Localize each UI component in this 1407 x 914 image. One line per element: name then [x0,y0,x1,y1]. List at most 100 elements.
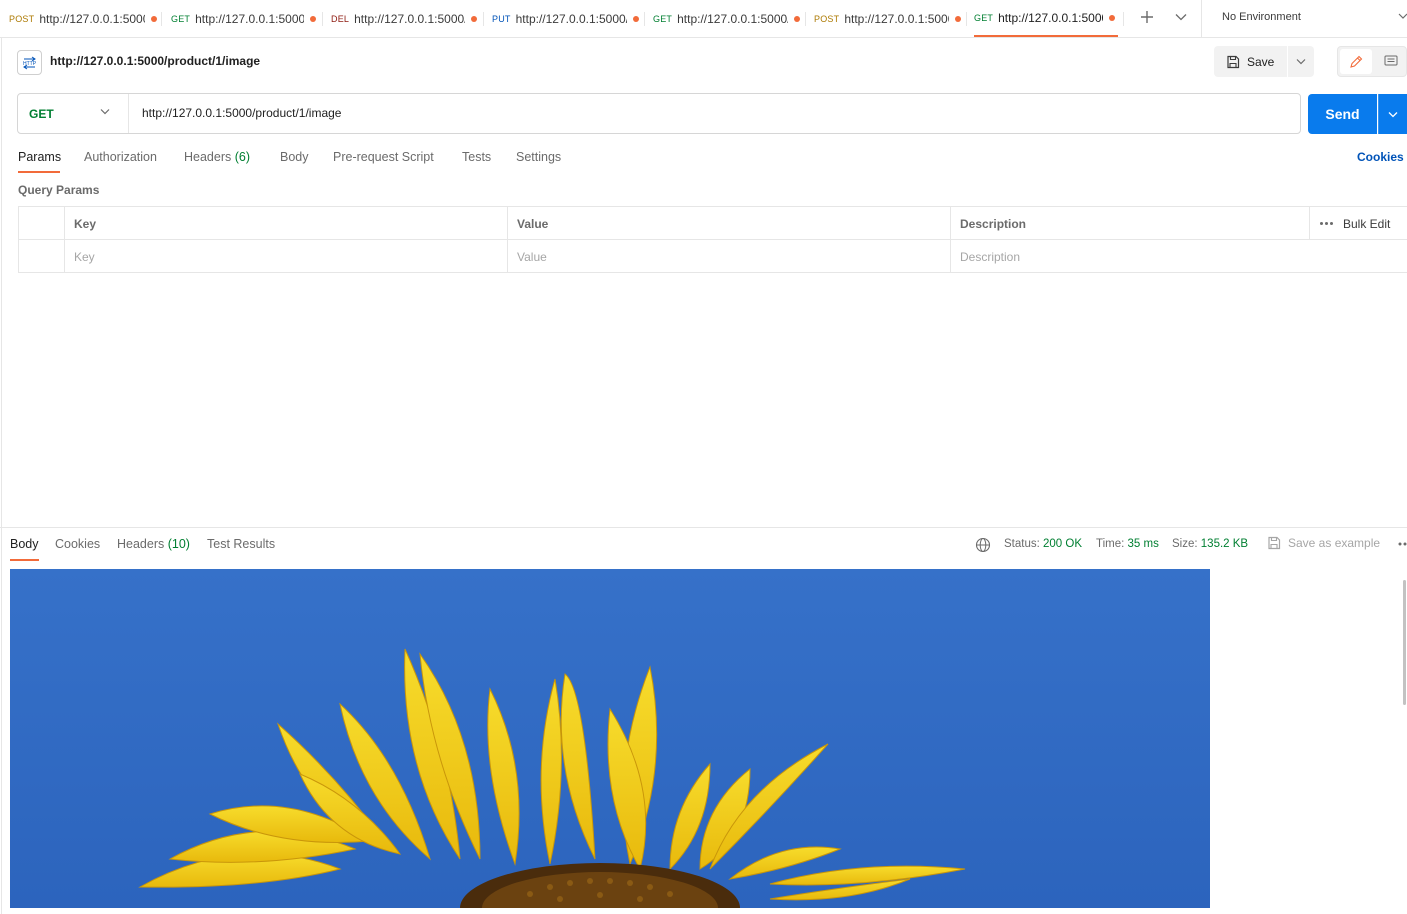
save-icon [1227,55,1240,68]
url-bar: GET [17,93,1301,134]
tab-list-button[interactable] [1172,8,1190,26]
tab-url: http://127.0.0.1:5000/p [354,11,466,26]
request-tab[interactable]: PUT http://127.0.0.1:5000/p [492,0,640,37]
column-description: Description [950,207,1309,240]
unsaved-dot [794,15,801,22]
tab-divider [322,12,323,26]
unsaved-dot [1109,14,1116,21]
response-image [10,569,1210,908]
row-checkbox-cell [19,240,64,273]
tab-pre-request-script[interactable]: Pre-request Script [333,150,434,164]
response-tab-headers[interactable]: Headers (10) [117,537,190,551]
request-tab-active[interactable]: GET http://127.0.0.1:5000/p [974,0,1118,37]
tab-method: POST [9,13,35,24]
tab-params[interactable]: Params [18,150,61,164]
more-icon [1320,222,1333,225]
checkbox-column [19,207,64,240]
cookies-link[interactable]: Cookies [1357,150,1404,164]
description-input[interactable]: Description [950,240,1407,273]
request-tab[interactable]: GET http://127.0.0.1:5000/ [171,0,316,37]
time-value: 35 ms [1127,538,1159,550]
table-header-row: Key Value Description Bulk Edit [19,207,1407,240]
globe-icon[interactable] [975,537,991,553]
request-tab[interactable]: POST http://127.0.0.1:5000 [814,0,962,37]
tab-divider [483,12,484,26]
request-name[interactable]: http://127.0.0.1:5000/product/1/image [50,54,260,68]
response-divider[interactable] [0,527,1407,528]
method-selector[interactable]: GET [18,94,129,133]
tab-headers[interactable]: Headers (6) [184,150,250,164]
tab-body[interactable]: Body [280,150,309,164]
tab-method: POST [814,13,840,24]
column-value: Value [507,207,950,240]
response-tab-body[interactable]: Body [10,537,39,551]
unsaved-dot [471,15,478,22]
save-options-button[interactable] [1288,46,1314,77]
response-tab-test-results[interactable]: Test Results [207,537,275,551]
value-input[interactable]: Value [507,240,950,273]
save-label: Save [1247,54,1275,69]
send-button[interactable]: Send [1308,94,1377,134]
chevron-down-icon [1388,111,1398,117]
view-toggle [1337,46,1407,77]
tab-authorization[interactable]: Authorization [84,150,157,164]
scrollbar-thumb[interactable] [1403,580,1406,705]
method-label: GET [29,106,54,121]
documentation-button[interactable] [1376,49,1406,74]
active-tab-indicator [18,171,60,173]
save-as-example-label: Save as example [1288,536,1381,550]
tab-divider [161,12,162,26]
tab-tests[interactable]: Tests [462,150,491,164]
chevron-down-icon [100,109,110,115]
size-value: 135.2 KB [1200,538,1249,550]
response-size[interactable]: Size: 135.2 KB [1172,538,1248,550]
edit-mode-button[interactable] [1340,49,1372,74]
tab-headers-label: Headers [184,150,232,164]
tab-method: GET [171,13,191,24]
response-headers-count: (10) [167,537,190,551]
http-icon: HTTP [17,50,42,75]
response-time[interactable]: Time: 35 ms [1096,538,1159,550]
response-tab-cookies[interactable]: Cookies [55,537,100,551]
tab-divider [1123,12,1124,26]
environment-selector[interactable]: No Environment [1222,11,1301,23]
tab-url: http://127.0.0.1:5000 [844,11,950,26]
comment-icon [1384,55,1398,66]
tab-url: http://127.0.0.1:5000/p [515,11,627,26]
save-as-example-button[interactable]: Save as example [1267,536,1380,550]
url-input[interactable] [142,106,1282,120]
request-tab[interactable]: POST http://127.0.0.1:5000 [9,0,157,37]
unsaved-dot [151,15,157,22]
unsaved-dot [310,15,316,22]
chevron-down-icon[interactable] [1398,12,1407,20]
key-input[interactable]: Key [64,240,507,273]
tab-url: http://127.0.0.1:5000/p [998,10,1103,25]
unsaved-dot [955,15,962,22]
tab-url: http://127.0.0.1:5000/p [677,11,789,26]
column-key: Key [64,207,507,240]
size-label: Size: [1172,538,1198,550]
response-status[interactable]: Status: 200 OK [1004,538,1082,550]
left-border [1,38,2,914]
tab-settings[interactable]: Settings [516,150,561,164]
more-icon[interactable] [1398,541,1407,547]
query-params-title: Query Params [18,183,100,197]
save-button[interactable]: Save [1214,46,1287,77]
svg-text:HTTP: HTTP [23,61,37,67]
chevron-down-icon [1296,59,1306,65]
bulk-edit-button[interactable]: Bulk Edit [1309,207,1407,240]
tab-url: http://127.0.0.1:5000 [39,11,145,26]
tab-method: DEL [331,13,350,24]
request-tab[interactable]: GET http://127.0.0.1:5000/p [653,0,801,37]
headers-count: (6) [234,150,251,164]
new-tab-button[interactable] [1136,6,1158,28]
send-options-button[interactable] [1378,94,1407,134]
query-params-table: Key Value Description Bulk Edit Key Valu… [18,206,1407,273]
status-value: 200 OK [1043,538,1083,550]
request-tab[interactable]: DEL http://127.0.0.1:5000/p [331,0,479,37]
environment-divider [1201,0,1202,38]
tab-divider [805,12,806,26]
status-label: Status: [1004,538,1040,550]
tab-bar: POST http://127.0.0.1:5000 GET http://12… [0,0,1407,38]
tab-url: http://127.0.0.1:5000/ [195,11,304,26]
